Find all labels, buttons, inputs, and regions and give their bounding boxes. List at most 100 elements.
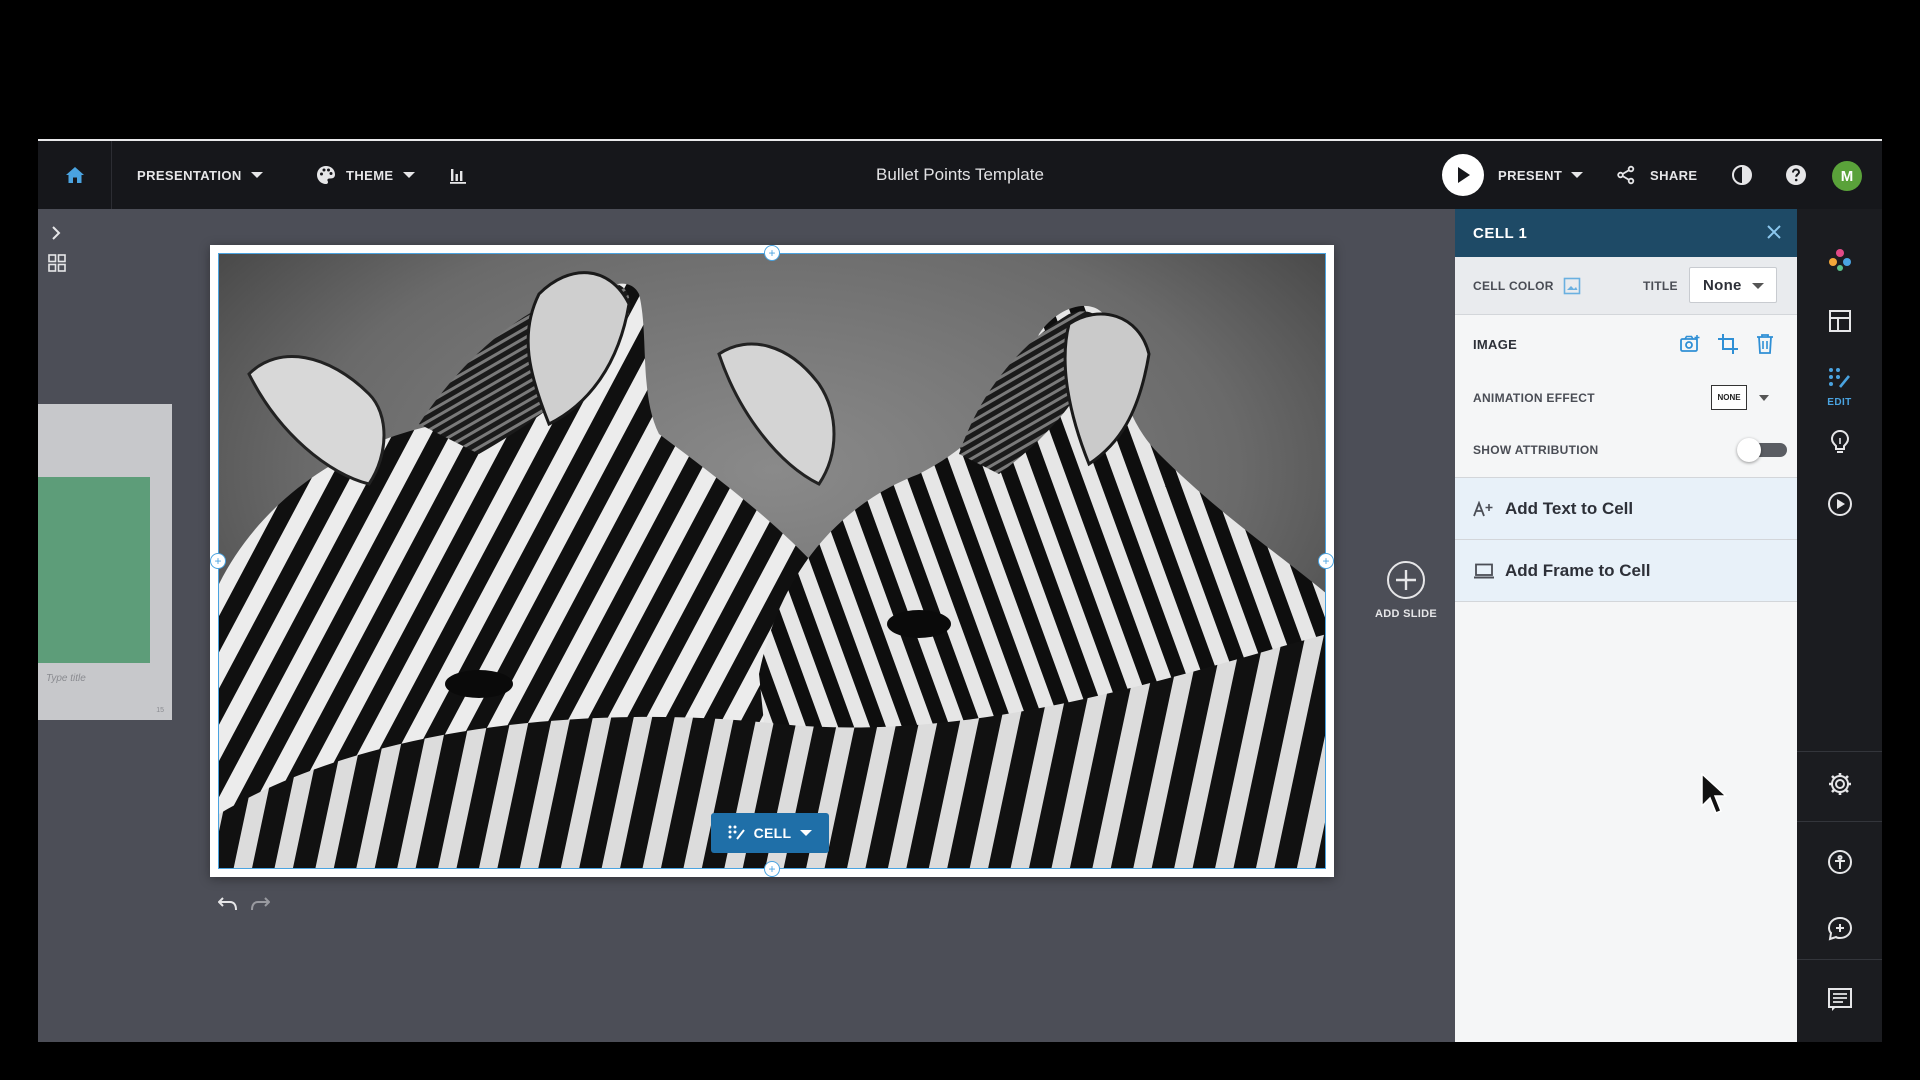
image-label: IMAGE	[1473, 336, 1518, 352]
rail-divider	[1797, 821, 1882, 822]
top-toolbar: PRESENTATION THEME Bullet Points Templat…	[38, 139, 1882, 209]
laptop-frame-icon	[1473, 563, 1501, 579]
share-button[interactable]: SHARE	[1616, 141, 1698, 209]
share-label: SHARE	[1650, 167, 1698, 183]
help-button[interactable]	[1785, 141, 1807, 209]
animation-effect-row: ANIMATION EFFECT NONE	[1473, 373, 1779, 423]
app-window: PRESENTATION THEME Bullet Points Templat…	[38, 139, 1882, 1042]
play-icon	[1442, 154, 1484, 196]
image-row: IMAGE	[1473, 315, 1779, 373]
add-comment-icon	[1827, 916, 1852, 941]
bar-chart-icon	[450, 169, 466, 184]
resize-handle-bottom[interactable]: +	[764, 861, 780, 877]
presentation-menu-label: PRESENTATION	[137, 167, 242, 183]
chevron-down-icon	[250, 172, 263, 178]
play-circle-icon	[1827, 492, 1852, 516]
zebra-image	[219, 254, 1325, 868]
expand-sidebar-button[interactable]	[48, 225, 64, 246]
undo-icon	[217, 897, 237, 911]
contrast-toggle[interactable]	[1731, 141, 1753, 209]
grid-view-button[interactable]	[48, 254, 66, 277]
add-slide-button[interactable]: ADD SLIDE	[1361, 560, 1451, 620]
delete-image-button[interactable]	[1755, 333, 1775, 358]
panel-title: CELL 1	[1473, 224, 1528, 242]
panel-header: CELL 1	[1455, 209, 1797, 257]
trash-icon	[1757, 334, 1773, 354]
rail-colors-button[interactable]	[1797, 247, 1882, 273]
document-title: Bullet Points Template	[876, 165, 1044, 184]
cell-dots-icon	[728, 825, 745, 840]
close-icon	[1767, 225, 1781, 239]
show-attribution-toggle[interactable]	[1737, 438, 1787, 462]
avatar[interactable]: M	[1832, 161, 1862, 191]
lightbulb-icon	[1830, 429, 1849, 453]
rail-play-button[interactable]	[1797, 491, 1882, 517]
slide-thumbnail[interactable]: Type title 15	[38, 404, 172, 720]
rail-ideas-button[interactable]	[1797, 429, 1882, 455]
animation-effect-label: ANIMATION EFFECT	[1473, 391, 1595, 405]
add-text-label: Add Text to Cell	[1505, 498, 1634, 518]
add-text-to-cell-button[interactable]: Add Text to Cell	[1455, 478, 1797, 540]
cell-color-label: CELL COLOR	[1473, 278, 1554, 293]
present-label: PRESENT	[1498, 167, 1563, 183]
redo-icon	[251, 897, 271, 911]
show-attribution-row: SHOW ATTRIBUTION	[1473, 423, 1787, 477]
rail-edit-button[interactable]: EDIT	[1797, 367, 1882, 408]
analytics-button[interactable]	[449, 141, 467, 209]
rail-settings-button[interactable]	[1797, 771, 1882, 797]
color-dots-icon	[1828, 249, 1851, 271]
show-attribution-label: SHOW ATTRIBUTION	[1473, 443, 1599, 457]
resize-handle-right[interactable]: +	[1318, 553, 1334, 569]
right-tool-rail: EDIT	[1797, 209, 1882, 1042]
layout-icon	[1828, 310, 1851, 332]
replace-image-button[interactable]	[1679, 333, 1701, 358]
add-circle-icon	[1386, 560, 1426, 600]
thumbnail-number: 15	[156, 707, 164, 714]
chevron-down-icon	[800, 830, 813, 836]
chevron-down-icon	[1571, 172, 1584, 178]
share-icon	[1617, 165, 1635, 185]
home-icon	[65, 167, 84, 183]
toggle-knob	[1737, 438, 1761, 462]
cell-color-picker[interactable]	[1563, 277, 1581, 298]
edit-label: EDIT	[1827, 397, 1852, 408]
cell-color-title-row: CELL COLOR TITLE None	[1455, 257, 1797, 315]
crop-image-button[interactable]	[1717, 333, 1739, 358]
presentation-menu[interactable]: PRESENTATION	[137, 141, 263, 209]
chevron-right-icon	[52, 226, 61, 240]
add-frame-label: Add Frame to Cell	[1505, 560, 1651, 580]
thumbnail-title: Type title	[46, 673, 86, 684]
add-text-icon	[1473, 500, 1501, 517]
chevron-down-icon[interactable]	[1759, 395, 1769, 401]
rail-accessibility-button[interactable]	[1797, 849, 1882, 875]
cursor-arrow-icon	[1701, 772, 1728, 814]
gear-icon	[1828, 773, 1851, 795]
resize-handle-top[interactable]: +	[764, 245, 780, 261]
animation-effect-select[interactable]: NONE	[1711, 385, 1747, 410]
rail-layout-button[interactable]	[1797, 309, 1882, 333]
title-label: TITLE	[1643, 279, 1678, 293]
resize-handle-left[interactable]: +	[210, 553, 226, 569]
accessibility-icon	[1827, 850, 1852, 874]
close-panel-button[interactable]	[1765, 223, 1783, 245]
palette-icon	[317, 166, 335, 184]
image-section: IMAGE ANIMATION EFFECT NONE SHOW ATTRIBU…	[1455, 315, 1797, 478]
title-select[interactable]: None	[1689, 267, 1777, 303]
help-icon	[1786, 165, 1806, 185]
undo-button[interactable]	[217, 897, 238, 916]
add-frame-to-cell-button[interactable]: Add Frame to Cell	[1455, 540, 1797, 602]
zebra-photo[interactable]	[218, 253, 1326, 869]
theme-menu[interactable]: THEME	[316, 141, 415, 209]
rail-comment-button[interactable]	[1797, 916, 1882, 942]
present-menu[interactable]: PRESENT	[1442, 141, 1584, 209]
chevron-down-icon	[1752, 283, 1764, 289]
image-icon	[1563, 277, 1581, 295]
mouse-cursor	[1701, 772, 1728, 820]
home-button[interactable]	[38, 141, 112, 209]
redo-button[interactable]	[250, 897, 271, 916]
cell-menu-button[interactable]: CELL	[711, 813, 829, 853]
rail-notes-button[interactable]	[1797, 987, 1882, 1013]
theme-menu-label: THEME	[346, 167, 394, 183]
slide-canvas[interactable]: + + + +	[210, 245, 1334, 877]
rail-divider	[1797, 751, 1882, 752]
